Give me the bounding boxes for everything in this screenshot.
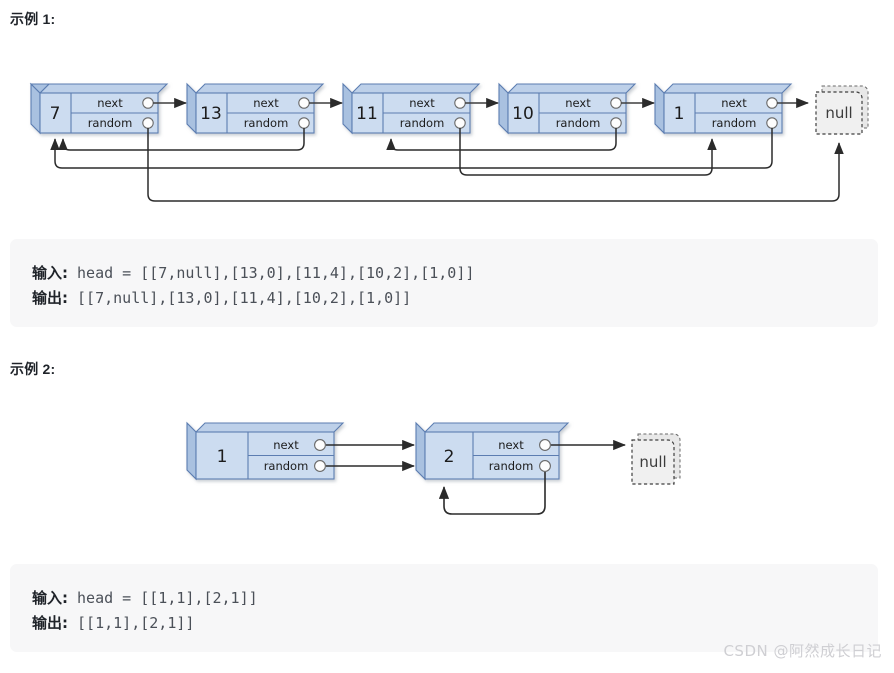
node-value: 10: [512, 104, 534, 124]
next-port: [766, 97, 778, 109]
example-2-title: 示例 2:: [10, 361, 56, 377]
csdn-watermark: CSDN @阿然成长日记: [723, 642, 882, 660]
input-value: head = [[7,null],[13,0],[11,4],[10,2],[1…: [68, 264, 475, 282]
output-label: 输出:: [32, 614, 68, 632]
example-1-output-line: 输出: [[7,null],[13,0],[11,4],[10,2],[1,0]…: [32, 286, 858, 311]
example-2-input-line: 输入: head = [[1,1],[2,1]]: [32, 586, 858, 611]
example-1-diagram: 7 next random 13 next random 11 next ran…: [29, 82, 869, 202]
random-port: [298, 117, 310, 129]
example-2-code-block: 输入: head = [[1,1],[2,1]] 输出: [[1,1],[2,1…: [10, 564, 878, 652]
node-1: 1 next random: [654, 82, 793, 135]
node-next-label: next: [565, 96, 591, 110]
output-value: [[7,null],[13,0],[11,4],[10,2],[1,0]]: [68, 289, 412, 307]
random-port: [610, 117, 622, 129]
output-value: [[1,1],[2,1]]: [68, 614, 195, 632]
node-13: 13 next random: [186, 82, 325, 135]
null-terminator: null: [631, 433, 681, 485]
next-port: [314, 439, 326, 451]
node-random-label: random: [400, 116, 445, 130]
node-1: 1 next random: [186, 421, 345, 481]
node-11: 11 next random: [342, 82, 481, 135]
example-1-code-block: 输入: head = [[7,null],[13,0],[11,4],[10,2…: [10, 239, 878, 327]
next-port: [539, 439, 551, 451]
example-2-diagram: 1 next random 2 next random null: [186, 421, 681, 515]
node-random-label: random: [712, 116, 757, 130]
node-next-label: next: [253, 96, 279, 110]
null-label: null: [639, 453, 666, 471]
node-value: 2: [444, 447, 455, 467]
input-label: 输入:: [32, 589, 68, 607]
example-1-input-line: 输入: head = [[7,null],[13,0],[11,4],[10,2…: [32, 261, 858, 286]
node-value: 1: [217, 447, 228, 467]
node-next-label: next: [721, 96, 747, 110]
node-random-label: random: [88, 116, 133, 130]
random-port: [142, 117, 154, 129]
random-port: [454, 117, 466, 129]
next-port: [298, 97, 310, 109]
node-value: 1: [674, 104, 685, 124]
node-next-label: next: [273, 438, 299, 452]
node-next-label: next: [409, 96, 435, 110]
node-value: 7: [50, 104, 61, 124]
null-label: null: [825, 104, 852, 122]
node-10: 10 next random: [498, 82, 637, 135]
random-pointer-arrows: [50, 128, 844, 202]
node-7: 7 next random: [29, 82, 169, 135]
example-1-title: 示例 1:: [10, 11, 56, 27]
example-2-output-line: 输出: [[1,1],[2,1]]: [32, 611, 858, 636]
node-next-label: next: [97, 96, 123, 110]
node-random-label: random: [556, 116, 601, 130]
node-value: 11: [356, 104, 378, 124]
node-value: 13: [200, 104, 222, 124]
node-random-label: random: [244, 116, 289, 130]
next-port: [454, 97, 466, 109]
input-value: head = [[1,1],[2,1]]: [68, 589, 258, 607]
node-next-label: next: [498, 438, 524, 452]
output-label: 输出:: [32, 289, 68, 307]
node-2: 2 next random: [415, 421, 570, 481]
random-link-7-null: [147, 128, 844, 202]
node-random-label: random: [489, 459, 534, 473]
random-port: [539, 460, 551, 472]
null-terminator: null: [815, 85, 869, 135]
next-port: [142, 97, 154, 109]
random-port: [314, 460, 326, 472]
random-port: [766, 117, 778, 129]
input-label: 输入:: [32, 264, 68, 282]
next-port: [610, 97, 622, 109]
node-random-label: random: [264, 459, 309, 473]
